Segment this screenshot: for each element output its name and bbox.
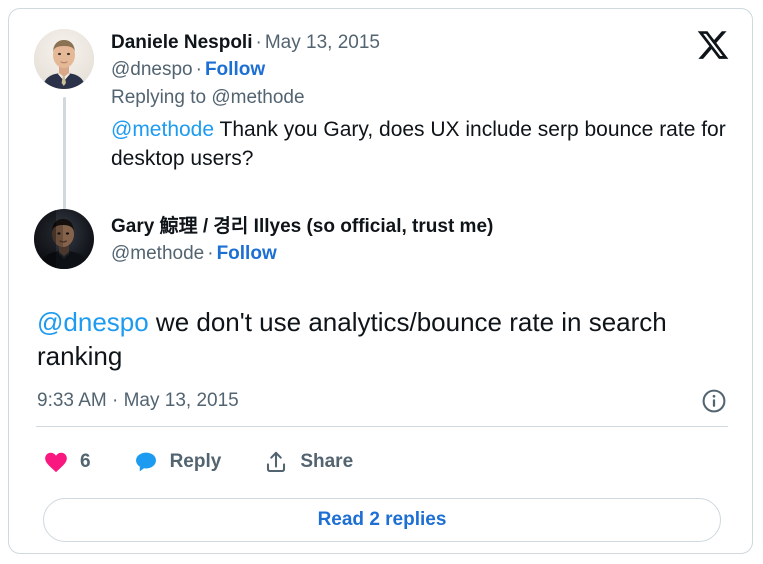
read-replies-button[interactable]: Read 2 replies: [43, 498, 721, 542]
parent-name-line: Daniele Nespoli · May 13, 2015: [111, 30, 380, 55]
main-author-row: Gary 鯨理 / 경리 Illyes (so official, trust …: [34, 209, 734, 269]
reply-action[interactable]: Reply: [133, 449, 222, 475]
parent-author-avatar[interactable]: [34, 29, 94, 89]
tweet-timestamp[interactable]: 9:33 AM · May 13, 2015: [37, 390, 239, 412]
timestamp-row: 9:33 AM · May 13, 2015: [37, 388, 727, 414]
main-handle[interactable]: @methode: [111, 243, 204, 264]
main-tweet-text: @dnespo we don't use analytics/bounce ra…: [37, 305, 727, 374]
parent-tweet-text: @methode Thank you Gary, does UX include…: [111, 116, 736, 174]
main-author-avatar[interactable]: [34, 209, 94, 269]
main-handle-separator: ·: [207, 243, 214, 265]
share-action[interactable]: Share: [263, 449, 353, 475]
share-label: Share: [300, 451, 354, 472]
parent-tweet-header: Daniele Nespoli · May 13, 2015 @dnespo · Fol…: [34, 29, 734, 110]
parent-author-info: Daniele Nespoli · May 13, 2015 @dnespo · Fol…: [111, 29, 380, 110]
parent-date: May 13, 2015: [264, 32, 380, 53]
tweet-card: Daniele Nespoli · May 13, 2015 @dnespo · Fol…: [8, 8, 753, 554]
info-circle-icon[interactable]: [701, 388, 727, 414]
speech-bubble-icon[interactable]: [133, 449, 159, 475]
like-count: 6: [80, 451, 91, 472]
parent-replying-to[interactable]: Replying to @methode: [111, 85, 380, 110]
main-author-info: Gary 鯨理 / 경리 Illyes (so official, trust …: [111, 209, 493, 267]
like-action[interactable]: 6: [43, 449, 91, 475]
main-name-line: Gary 鯨理 / 경리 Illyes (so official, trust …: [111, 214, 493, 239]
parent-handle[interactable]: @dnespo: [111, 59, 193, 80]
heart-icon[interactable]: [43, 449, 69, 475]
main-display-name[interactable]: Gary 鯨理 / 경리 Illyes (so official, trust …: [111, 216, 493, 237]
main-text-mention[interactable]: @dnespo: [37, 307, 149, 337]
parent-text-mention[interactable]: @methode: [111, 118, 214, 141]
share-upload-icon[interactable]: [263, 449, 289, 475]
parent-handle-line: @dnespo · Follow: [111, 57, 380, 82]
divider: [36, 426, 728, 427]
read-replies-label: Read 2 replies: [317, 509, 447, 530]
parent-tweet: Daniele Nespoli · May 13, 2015 @dnespo · Fol…: [34, 29, 734, 174]
main-follow-link[interactable]: Follow: [217, 243, 277, 264]
parent-handle-separator: ·: [195, 59, 202, 81]
main-handle-line: @methode · Follow: [111, 241, 493, 266]
parent-display-name[interactable]: Daniele Nespoli: [111, 32, 253, 53]
parent-follow-link[interactable]: Follow: [205, 59, 265, 80]
main-tweet-header: Gary 鯨理 / 경리 Illyes (so official, trust …: [34, 209, 734, 269]
parent-name-separator: ·: [255, 32, 262, 53]
reply-label: Reply: [169, 451, 222, 472]
action-bar: 6 Reply Share: [43, 449, 353, 475]
